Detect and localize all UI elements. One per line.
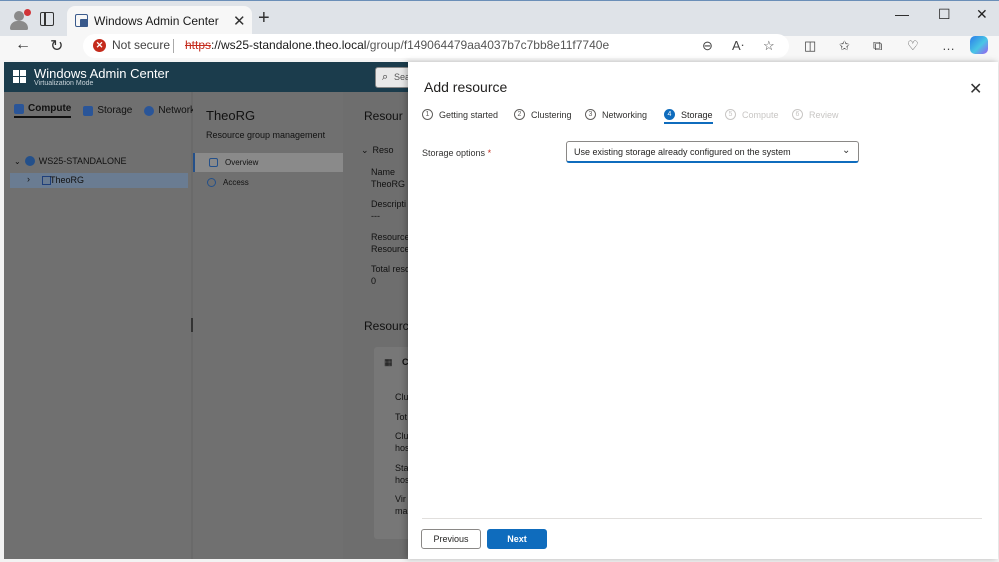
resource-label-2: Resource xyxy=(371,244,408,254)
wac-subtitle: Virtualization Mode xyxy=(34,80,94,87)
resource-group-pane: TheoRG Resource group management Overvie… xyxy=(193,92,343,559)
read-aloud-icon[interactable]: Aᐧ xyxy=(732,38,744,54)
nav-tabs: Compute Storage Network xyxy=(14,103,195,118)
browser-tab[interactable]: Windows Admin Center ✕ xyxy=(67,6,252,37)
step-review: 6 Review xyxy=(792,109,839,120)
step-compute: 5 Compute xyxy=(725,109,779,120)
wac-title: Windows Admin Center xyxy=(34,66,170,81)
tree-item-server[interactable]: ⌄ WS25-STANDALONE xyxy=(14,156,127,166)
server-icon xyxy=(24,156,35,166)
tab-title: Windows Admin Center xyxy=(94,14,219,28)
resource-group-title: TheoRG xyxy=(206,108,256,123)
resources-heading: Resource xyxy=(364,319,408,333)
next-button[interactable]: Next xyxy=(487,529,547,549)
browser-tab-bar: Windows Admin Center ✕ + — ☐ ✕ xyxy=(0,0,999,37)
menu-item-overview[interactable]: Overview xyxy=(193,153,343,172)
description-value: --- xyxy=(371,211,380,221)
zoom-icon[interactable]: ⊖ xyxy=(702,38,713,54)
storage-options-label: Storage options * xyxy=(422,148,492,158)
collections-icon[interactable]: ⧉ xyxy=(873,38,882,54)
storage-options-value: Use existing storage already configured … xyxy=(574,147,791,157)
people-icon xyxy=(207,178,216,187)
favorites-icon[interactable]: ✩ xyxy=(839,38,850,54)
security-label[interactable]: Not secure xyxy=(112,38,170,52)
card-line: hos xyxy=(395,475,408,485)
menu-item-access[interactable]: Access xyxy=(193,173,343,192)
card-line: Sta xyxy=(395,463,408,473)
panel-title: Add resource xyxy=(424,79,508,95)
storage-icon xyxy=(83,105,94,116)
network-icon xyxy=(144,105,155,116)
card-line: Clu xyxy=(395,431,408,441)
browser-essentials-icon[interactable]: ♡ xyxy=(907,38,919,54)
close-tab-icon[interactable]: ✕ xyxy=(233,12,246,30)
card-line: Vir xyxy=(395,494,406,504)
tab-compute[interactable]: Compute xyxy=(14,103,72,118)
tab-actions-icon[interactable] xyxy=(40,12,54,26)
step-clustering[interactable]: 2 Clustering xyxy=(514,109,572,120)
more-options-icon[interactable]: … xyxy=(942,38,955,53)
close-window-icon[interactable]: ✕ xyxy=(976,6,988,23)
minimize-icon[interactable]: — xyxy=(895,6,909,22)
add-resource-panel: Add resource ✕ 1 Getting started 2 Cluster… xyxy=(408,62,998,559)
new-tab-icon[interactable]: + xyxy=(258,7,270,30)
address-bar-row: ← ↻ ✕ Not secure https://ws25-standalone… xyxy=(0,34,999,60)
left-navigation: Compute Storage Network ⌄ WS25-STANDALON… xyxy=(4,92,195,559)
favorite-star-icon[interactable]: ☆ xyxy=(763,38,775,54)
resource-heading: Resour xyxy=(364,109,403,123)
footer-divider xyxy=(422,518,982,519)
divider xyxy=(173,39,174,53)
description-label: Descripti xyxy=(371,199,407,209)
total-resources-value: 0 xyxy=(371,276,377,286)
copilot-icon[interactable] xyxy=(970,36,988,54)
name-label: Name xyxy=(371,167,396,177)
maximize-icon[interactable]: ☐ xyxy=(938,6,951,23)
step-getting-started[interactable]: 1 Getting started xyxy=(422,109,498,120)
compute-icon xyxy=(14,103,24,114)
card-line: ma xyxy=(395,506,408,516)
step-networking[interactable]: 3 Networking xyxy=(585,109,647,120)
card-line: hos xyxy=(395,443,408,453)
resource-group-subtitle: Resource group management xyxy=(206,130,326,140)
name-value: TheoRG xyxy=(371,179,406,189)
card-line: Tot xyxy=(395,412,408,422)
search-icon: ⌕ xyxy=(382,71,389,83)
not-secure-icon: ✕ xyxy=(93,39,106,52)
url-field[interactable]: ✕ Not secure https://ws25-standalone.the… xyxy=(83,34,789,58)
overview-content: Resour ⌄ Reso Name TheoRG Descripti --- R… xyxy=(343,92,408,559)
refresh-icon[interactable]: ↻ xyxy=(50,36,63,56)
tree-item-resource-group[interactable]: › TheoRG xyxy=(10,173,188,188)
tab-storage[interactable]: Storage xyxy=(83,103,132,118)
step-storage[interactable]: 4 Storage xyxy=(664,109,713,124)
profile-avatar-icon[interactable] xyxy=(8,9,31,31)
card-line: Clu xyxy=(395,392,408,402)
section-header[interactable]: ⌄ Reso xyxy=(361,145,394,156)
storage-options-dropdown[interactable]: Use existing storage already configured … xyxy=(566,141,859,163)
url-text[interactable]: https://ws25-standalone.theo.local/group… xyxy=(185,38,609,52)
previous-button[interactable]: Previous xyxy=(421,529,481,549)
cluster-icon: ▦ xyxy=(384,357,393,367)
wac-favicon-icon xyxy=(75,14,88,27)
overview-icon xyxy=(209,158,218,167)
back-icon[interactable]: ← xyxy=(15,36,31,54)
tab-network[interactable]: Network xyxy=(144,103,195,118)
close-icon[interactable]: ✕ xyxy=(969,79,982,99)
windows-logo-icon xyxy=(13,70,26,83)
total-resources-label: Total reso xyxy=(371,264,408,274)
resource-label-1: Resource xyxy=(371,232,408,242)
chevron-right-icon: › xyxy=(27,174,30,184)
chevron-down-icon: ⌄ xyxy=(14,156,21,166)
chevron-down-icon: ⌄ xyxy=(842,145,851,156)
cluster-card: ▦ C Clu Tot Clu hos Sta hos Vir ma xyxy=(374,347,408,539)
split-screen-icon[interactable]: ◫ xyxy=(804,38,816,54)
